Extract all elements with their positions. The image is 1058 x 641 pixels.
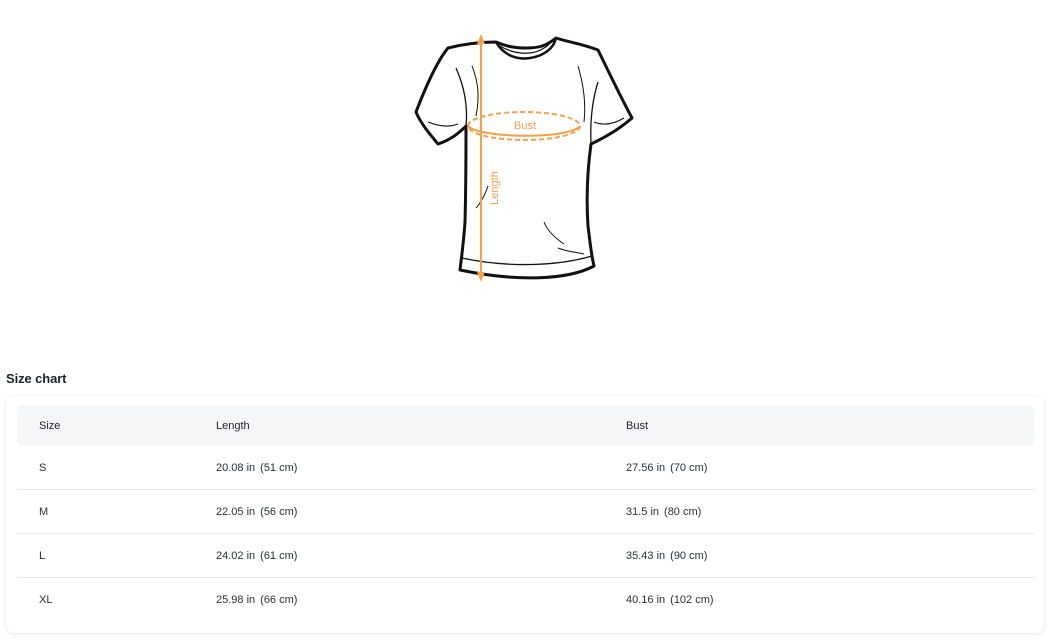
- table-row: XL 25.98 in (66 cm) 40.16 in (102 cm): [17, 578, 1034, 622]
- bust-inches: 35.43 in: [626, 549, 666, 562]
- length-cm: (61 cm): [260, 549, 298, 562]
- bust-cm: (90 cm): [670, 549, 708, 562]
- header-size: Size: [39, 419, 61, 432]
- bust-label: Bust: [514, 120, 536, 132]
- size-cell: M: [17, 489, 216, 534]
- length-cell: 24.02 in (61 cm): [216, 533, 626, 578]
- size-chart-card: Size Length Bust S 20.08 in (51 cm) 27.56…: [6, 396, 1044, 633]
- length-cell: 22.05 in (56 cm): [216, 489, 626, 534]
- size-chart-title: Size chart: [6, 371, 67, 386]
- length-cell: 20.08 in (51 cm): [216, 446, 626, 490]
- length-label: Length: [489, 171, 501, 205]
- length-cm: (56 cm): [260, 505, 298, 518]
- bust-cell: 35.43 in (90 cm): [626, 533, 1034, 578]
- table-row: L 24.02 in (61 cm) 35.43 in (90 cm): [17, 533, 1034, 578]
- length-inches: 24.02 in: [216, 549, 256, 562]
- size-chart-table: Size Length Bust S 20.08 in (51 cm) 27.56…: [17, 405, 1034, 621]
- bust-cm: (102 cm): [670, 593, 714, 606]
- length-cm: (51 cm): [260, 461, 298, 474]
- tshirt-measurement-illustration: Bust Length: [408, 26, 644, 296]
- bust-inches: 40.16 in: [626, 593, 666, 606]
- length-inches: 22.05 in: [216, 505, 256, 518]
- bust-cell: 40.16 in (102 cm): [626, 578, 1034, 622]
- bust-cm: (70 cm): [670, 461, 708, 474]
- table-header-row: Size Length Bust: [17, 405, 1034, 446]
- table-row: S 20.08 in (51 cm) 27.56 in (70 cm): [17, 446, 1034, 490]
- size-cell: XL: [39, 593, 53, 606]
- header-length: Length: [216, 419, 250, 432]
- length-cell: 25.98 in (66 cm): [216, 578, 626, 622]
- length-inches: 25.98 in: [216, 593, 256, 606]
- header-bust: Bust: [626, 419, 649, 432]
- length-inches: 20.08 in: [216, 461, 256, 474]
- tshirt-icon: Bust Length: [414, 34, 634, 282]
- size-cell: L: [17, 533, 216, 578]
- table-row: M 22.05 in (56 cm) 31.5 in (80 cm): [17, 489, 1034, 534]
- length-cm: (66 cm): [260, 593, 298, 606]
- bust-cm: (80 cm): [664, 505, 702, 518]
- bust-inches: 31.5 in: [626, 505, 660, 518]
- bust-cell: 27.56 in (70 cm): [626, 446, 1034, 490]
- bust-inches: 27.56 in: [626, 461, 666, 474]
- size-cell: S: [17, 446, 216, 490]
- bust-cell: 31.5 in (80 cm): [626, 489, 1034, 534]
